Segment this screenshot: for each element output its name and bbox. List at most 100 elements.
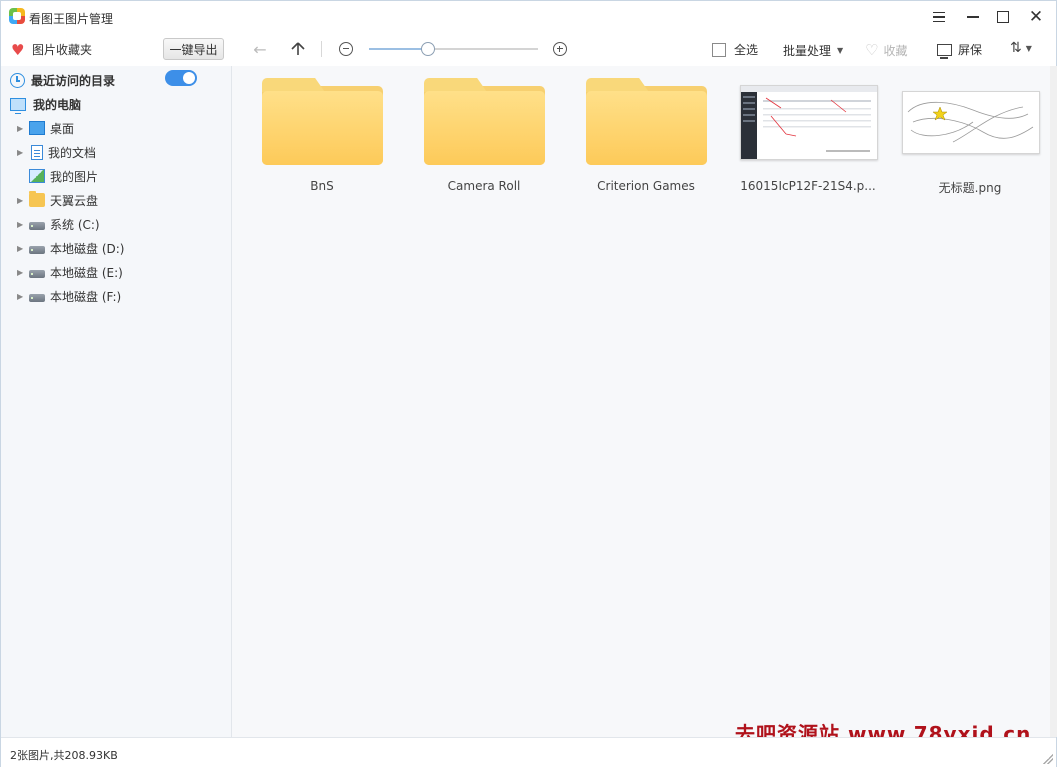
sidebar-item-label: 我的文档 bbox=[48, 145, 97, 160]
minimize-button[interactable] bbox=[961, 5, 985, 29]
tile-name: 无标题.png bbox=[938, 181, 1002, 195]
batch-process-dropdown[interactable]: 批量处理 ▼ bbox=[783, 42, 843, 59]
tile-name: Camera Roll bbox=[447, 179, 521, 193]
maximize-button[interactable] bbox=[991, 5, 1015, 29]
sidebar-item-label: 桌面 bbox=[50, 121, 75, 136]
caret-down-icon: ▼ bbox=[837, 46, 844, 55]
batch-process-label: 批量处理 bbox=[783, 44, 832, 58]
tile-name: Criterion Games bbox=[597, 179, 695, 193]
expand-arrow-icon[interactable]: ▶ bbox=[17, 196, 25, 205]
folder-tile[interactable]: Criterion Games bbox=[556, 76, 707, 206]
zoom-in-icon bbox=[553, 42, 567, 56]
sort-dropdown[interactable]: ⇅ ▼ bbox=[1010, 40, 1032, 56]
sidebar-item-drive-e[interactable]: ▶ 本地磁盘 (E:) bbox=[17, 262, 123, 282]
sketch-thumbnail bbox=[902, 91, 1040, 154]
zoom-slider-fill bbox=[369, 48, 428, 50]
caret-down-icon: ▼ bbox=[1025, 43, 1032, 53]
sidebar-item-label: 本地磁盘 (F:) bbox=[50, 289, 122, 304]
zoom-out-button[interactable] bbox=[336, 39, 356, 59]
resize-grip-icon[interactable] bbox=[1043, 754, 1053, 764]
screensaver-button[interactable]: 屏保 bbox=[937, 41, 983, 59]
drive-icon bbox=[29, 294, 45, 302]
expand-arrow-icon[interactable]: ▶ bbox=[17, 268, 25, 277]
drive-icon bbox=[29, 246, 45, 254]
sidebar-item-drive-f[interactable]: ▶ 本地磁盘 (F:) bbox=[17, 286, 121, 306]
heart-outline-icon: ♡ bbox=[865, 41, 879, 59]
desktop-icon bbox=[29, 121, 45, 135]
sidebar-item-cloud[interactable]: ▶ 天翼云盘 bbox=[17, 190, 98, 210]
up-button[interactable] bbox=[288, 39, 308, 59]
folder-icon bbox=[262, 78, 383, 165]
expand-arrow-icon[interactable]: ▶ bbox=[17, 124, 25, 133]
sidebar-item-desktop[interactable]: ▶ 桌面 bbox=[17, 118, 74, 138]
app-title: 看图王图片管理 bbox=[29, 12, 114, 26]
tile-name: BnS bbox=[310, 179, 334, 193]
main-menu-button[interactable] bbox=[927, 5, 951, 29]
expand-arrow-icon[interactable]: ▶ bbox=[17, 244, 25, 253]
checkbox-icon bbox=[712, 42, 726, 57]
document-icon bbox=[31, 144, 43, 160]
recent-directories[interactable]: 最近访问的目录 bbox=[10, 72, 115, 89]
drive-icon bbox=[29, 270, 45, 278]
folder-icon bbox=[586, 78, 707, 165]
sidebar-item-drive-c[interactable]: ▶ 系统 (C:) bbox=[17, 214, 100, 234]
arrow-left-icon: ← bbox=[253, 39, 267, 59]
monitor-icon bbox=[937, 43, 952, 59]
export-button[interactable]: 一键导出 bbox=[163, 38, 224, 60]
status-bar: 2张图片,共208.93KB bbox=[1, 737, 1056, 767]
my-computer-label: 我的电脑 bbox=[33, 98, 82, 112]
sidebar-item-label: 本地磁盘 (D:) bbox=[50, 241, 125, 256]
image-tile[interactable]: 16015IcP12F-21S4.p... bbox=[718, 76, 878, 206]
zoom-in-button[interactable] bbox=[550, 39, 570, 59]
favorites-link[interactable]: ♥ 图片收藏夹 bbox=[11, 41, 92, 58]
clock-icon bbox=[10, 73, 25, 88]
favorites-label: 图片收藏夹 bbox=[32, 43, 93, 57]
tile-name: 16015IcP12F-21S4.p... bbox=[740, 179, 876, 193]
hamburger-icon bbox=[933, 12, 945, 22]
folder-icon bbox=[29, 191, 45, 207]
close-button[interactable]: ✕ bbox=[1024, 5, 1048, 29]
app-window: 看图王图片管理 ✕ ♥ 图片收藏夹 一键导出 ← 全选 批量处理 ▼ ♡ 收藏 … bbox=[0, 0, 1057, 767]
sidebar-item-documents[interactable]: ▶ 我的文档 bbox=[17, 142, 96, 162]
title-bar: 看图王图片管理 ✕ bbox=[1, 1, 1056, 33]
folder-icon bbox=[424, 78, 545, 165]
drive-icon bbox=[29, 222, 45, 230]
file-grid: BnS Camera Roll Criterion Games 16015IcP… bbox=[232, 66, 1050, 737]
arrow-up-icon bbox=[291, 42, 305, 55]
screensaver-label: 屏保 bbox=[958, 43, 983, 57]
recent-toggle[interactable] bbox=[165, 70, 197, 86]
maximize-icon bbox=[997, 11, 1009, 23]
minimize-icon bbox=[967, 16, 979, 18]
pictures-icon bbox=[29, 169, 45, 183]
toolbar: ♥ 图片收藏夹 一键导出 ← 全选 批量处理 ▼ ♡ 收藏 屏保 ⇅ ▼ bbox=[1, 33, 1056, 65]
select-all-checkbox[interactable]: 全选 bbox=[712, 41, 758, 58]
zoom-out-icon bbox=[339, 42, 353, 56]
sidebar-item-drive-d[interactable]: ▶ 本地磁盘 (D:) bbox=[17, 238, 124, 258]
folder-tile[interactable]: Camera Roll bbox=[394, 76, 545, 206]
expand-arrow-icon[interactable]: ▶ bbox=[17, 220, 25, 229]
select-all-label: 全选 bbox=[734, 43, 759, 57]
computer-icon bbox=[10, 98, 26, 114]
favorite-label: 收藏 bbox=[883, 43, 908, 58]
zoom-slider-thumb[interactable] bbox=[421, 42, 435, 56]
favorite-button[interactable]: ♡ 收藏 bbox=[865, 41, 907, 59]
sidebar: 最近访问的目录 我的电脑 ▶ 桌面 ▶ 我的文档 ▶ 我的图片 ▶ 天翼云盘 bbox=[1, 66, 232, 737]
screenshot-thumbnail bbox=[740, 85, 878, 160]
zoom-slider[interactable] bbox=[369, 42, 538, 56]
sort-icon: ⇅ bbox=[1010, 40, 1022, 56]
folder-tile[interactable]: BnS bbox=[232, 76, 383, 206]
image-tile[interactable]: 无标题.png bbox=[880, 76, 1040, 206]
sidebar-item-label: 我的图片 bbox=[50, 169, 99, 184]
expand-arrow-icon[interactable]: ▶ bbox=[17, 292, 25, 301]
vertical-scrollbar[interactable] bbox=[1050, 66, 1057, 737]
close-icon: ✕ bbox=[1028, 6, 1044, 27]
expand-arrow-icon[interactable]: ▶ bbox=[17, 148, 25, 157]
sidebar-item-pictures[interactable]: ▶ 我的图片 bbox=[17, 166, 98, 186]
sidebar-item-label: 天翼云盘 bbox=[50, 193, 99, 208]
toolbar-divider bbox=[321, 41, 322, 57]
heart-icon: ♥ bbox=[11, 40, 25, 59]
back-button[interactable]: ← bbox=[250, 39, 270, 59]
sidebar-item-label: 系统 (C:) bbox=[50, 217, 100, 232]
app-logo-icon bbox=[9, 8, 25, 24]
my-computer[interactable]: 我的电脑 bbox=[10, 96, 82, 114]
